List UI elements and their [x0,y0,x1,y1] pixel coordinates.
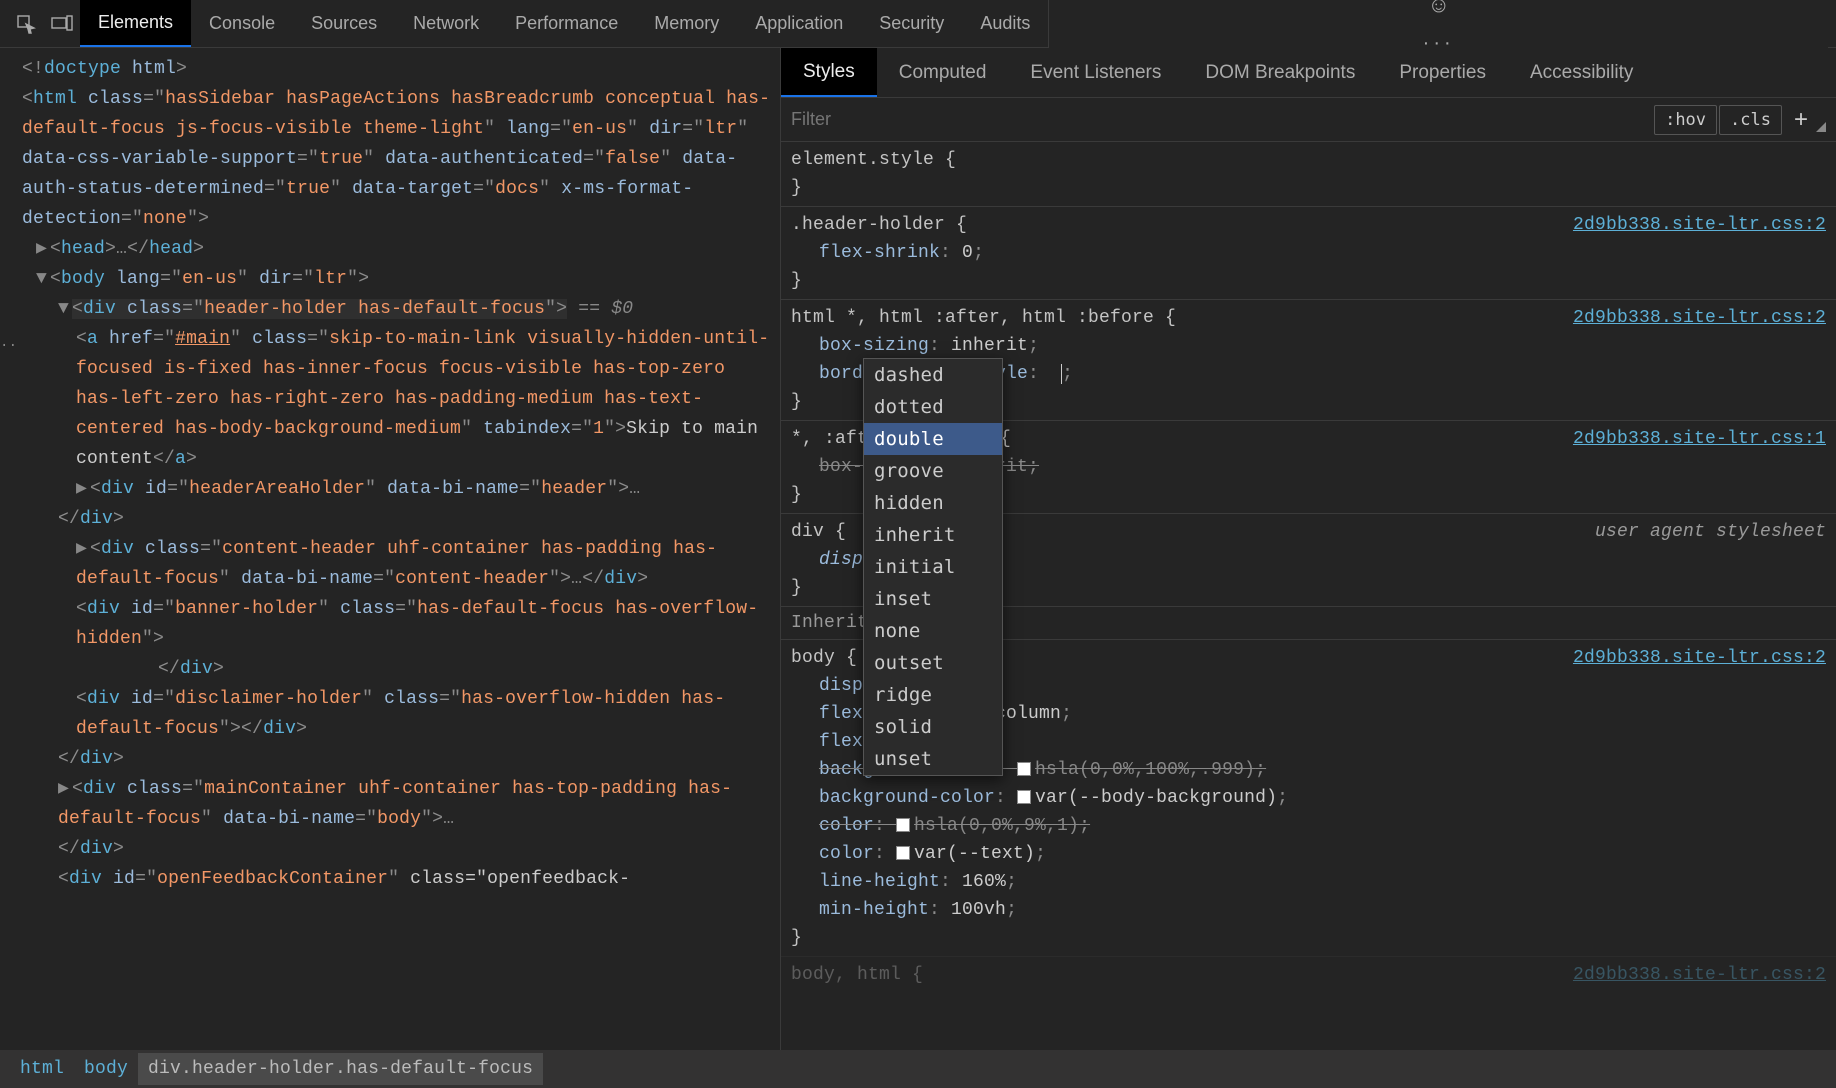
autocomplete-item[interactable]: inherit [864,519,1002,551]
new-rule-button[interactable]: + [1794,106,1808,134]
feedback-icon[interactable]: ☺ [1427,0,1449,18]
cls-toggle[interactable]: .cls [1719,105,1782,135]
subtab-styles[interactable]: Styles [781,48,877,97]
tab-elements[interactable]: Elements [80,0,191,47]
autocomplete-item[interactable]: dotted [864,391,1002,423]
autocomplete-item[interactable]: groove [864,455,1002,487]
tab-application[interactable]: Application [737,0,861,47]
breadcrumb-item[interactable]: html [10,1053,74,1085]
styles-filter-bar: :hov .cls + [781,98,1836,142]
inspect-element-icon[interactable] [8,6,44,42]
autocomplete-item[interactable]: initial [864,551,1002,583]
autocomplete-item[interactable]: none [864,615,1002,647]
user-agent-label: user agent stylesheet [1595,518,1826,546]
autocomplete-item[interactable]: double [864,423,1002,455]
tab-network[interactable]: Network [395,0,497,47]
styles-filter-input[interactable] [791,109,1652,130]
dom-breadcrumb[interactable]: htmlbodydiv.header-holder.has-default-fo… [0,1050,1836,1088]
subtab-properties[interactable]: Properties [1377,48,1508,97]
subtab-computed[interactable]: Computed [877,48,1009,97]
tab-sources[interactable]: Sources [293,0,395,47]
autocomplete-item[interactable]: unset [864,743,1002,775]
tab-audits[interactable]: Audits [962,0,1048,47]
stylesheet-link[interactable]: 2d9bb338.site-ltr.css:2 [1573,304,1826,332]
tab-security[interactable]: Security [861,0,962,47]
subtab-event-listeners[interactable]: Event Listeners [1008,48,1183,97]
ellipsis-gutter: ·· [0,338,17,354]
autocomplete-item[interactable]: dashed [864,359,1002,391]
breadcrumb-item[interactable]: div.header-holder.has-default-focus [138,1053,543,1085]
hover-toggle[interactable]: :hov [1654,105,1717,135]
stylesheet-link[interactable]: 2d9bb338.site-ltr.css:1 [1573,425,1826,453]
devtools-toolbar: ElementsConsoleSourcesNetworkPerformance… [0,0,1836,48]
sidebar-tabs: StylesComputedEvent ListenersDOM Breakpo… [781,48,1836,98]
main-tabs: ElementsConsoleSourcesNetworkPerformance… [80,0,1048,47]
autocomplete-item[interactable]: outset [864,647,1002,679]
elements-dom-tree[interactable]: ·· <!doctype html><html class="hasSideba… [0,48,780,1050]
autocomplete-item[interactable]: hidden [864,487,1002,519]
tab-performance[interactable]: Performance [497,0,636,47]
device-toolbar-icon[interactable] [44,6,80,42]
autocomplete-item[interactable]: solid [864,711,1002,743]
breadcrumb-item[interactable]: body [74,1053,138,1085]
tab-console[interactable]: Console [191,0,293,47]
autocomplete-item[interactable]: ridge [864,679,1002,711]
css-autocomplete-popup[interactable]: dasheddotteddoublegroovehiddeninheritini… [863,358,1003,776]
stylesheet-link[interactable]: 2d9bb338.site-ltr.css:2 [1573,644,1826,672]
tab-memory[interactable]: Memory [636,0,737,47]
resize-corner-icon[interactable] [1816,122,1826,132]
subtab-dom-breakpoints[interactable]: DOM Breakpoints [1183,48,1377,97]
autocomplete-item[interactable]: inset [864,583,1002,615]
stylesheet-link[interactable]: 2d9bb338.site-ltr.css:2 [1573,211,1826,239]
subtab-accessibility[interactable]: Accessibility [1508,48,1655,97]
